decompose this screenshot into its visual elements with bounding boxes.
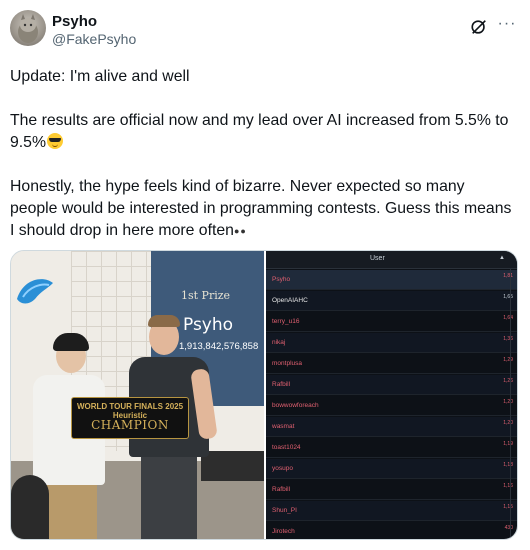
leaderboard-username: nikaj — [272, 339, 286, 346]
tweet-line-1: Update: I'm alive and well — [10, 68, 190, 85]
more-options-icon[interactable]: ··· — [496, 16, 518, 36]
tweet-body: Update: I'm alive and well The results a… — [10, 66, 515, 242]
leaderboard-score: 1,18 — [503, 462, 513, 468]
tweet-paragraph-2: The results are official now and my lead… — [10, 110, 515, 154]
leaderboard-username: Jirotech — [272, 528, 295, 535]
leaderboard-score: 1,29 — [503, 357, 513, 363]
screen-score: 1,913,842,576,858 — [179, 341, 259, 352]
champion-banner: WORLD TOUR FINALS 2025 Heuristic CHAMPIO… — [71, 397, 189, 439]
grok-icon[interactable] — [470, 18, 488, 36]
leaderboard-score: 1,20 — [503, 420, 513, 426]
tweet-media[interactable]: 1st Prize Psyho 1,913,842,576,858 WORLD … — [10, 250, 518, 540]
tweet-paragraph-3-text: Honestly, the hype feels kind of bizarre… — [10, 178, 512, 239]
leaderboard-username: Shun_PI — [272, 507, 297, 514]
leaderboard-row: Rafbill 1,16 — [266, 480, 517, 500]
leaderboard-score: 1,15 — [503, 504, 513, 510]
leaderboard-score: 1,65 — [503, 294, 513, 300]
leaderboard-row: Rafbill 1,26 — [266, 375, 517, 395]
author-name[interactable]: Psyho — [52, 13, 97, 30]
eyes-emoji-icon: ●● — [233, 226, 247, 236]
leaderboard-row: terry_u16 1,64 — [266, 312, 517, 332]
leaderboard-username: bowwowforeach — [272, 402, 319, 409]
leaderboard-username: OpenAIAHC — [272, 297, 308, 304]
leaderboard-row: nikaj 1,36 — [266, 333, 517, 353]
leaderboard-score: 1,20 — [503, 399, 513, 405]
leaderboard-username: Rafbill — [272, 486, 291, 493]
author-handle[interactable]: @FakePsyho — [52, 31, 136, 47]
leaderboard-user-column: User — [370, 255, 385, 262]
leaderboard-score: 1,26 — [503, 378, 513, 384]
leaderboard-username: montplusa — [272, 360, 302, 367]
photo-table — [201, 451, 264, 481]
leaderboard-row: montplusa 1,29 — [266, 354, 517, 374]
leaderboard-row: OpenAIAHC 1,65 — [266, 291, 517, 311]
leaderboard-username: Psyho — [272, 276, 291, 283]
leaderboard-divider — [510, 269, 511, 539]
leaderboard-row: Shun_PI 1,15 — [266, 501, 517, 521]
leaderboard-score: 1,81 — [503, 273, 513, 279]
sort-icon: ▲ — [499, 255, 505, 261]
leaderboard-row: yosupo 1,18 — [266, 459, 517, 479]
leaderboard-screenshot[interactable]: User ▲ Psyho 1,81 OpenAIAHC 1,65 terry_u16 1,… — [266, 251, 517, 539]
sunglasses-emoji-icon — [47, 133, 64, 149]
balloon-icon — [17, 279, 53, 304]
leaderboard-row: toast1024 1,19 — [266, 438, 517, 458]
leaderboard-row: wasmat 1,20 — [266, 417, 517, 437]
leaderboard-score: 1,16 — [503, 483, 513, 489]
tweet-paragraph-2-text: The results are official now and my lead… — [10, 112, 509, 151]
leaderboard-row: Jirotech 430 — [266, 522, 517, 539]
leaderboard-score: 430 — [504, 525, 513, 531]
leaderboard-username: toast1024 — [272, 444, 301, 451]
tweet-paragraph-3: Honestly, the hype feels kind of bizarre… — [10, 176, 515, 242]
screen-winner-name: Psyho — [183, 315, 234, 335]
tweet-header: Psyho @FakePsyho ··· — [10, 10, 520, 56]
avatar[interactable] — [10, 10, 46, 46]
banner-champion-text: CHAMPION — [91, 418, 169, 432]
screen-prize-label: 1st Prize — [181, 289, 231, 302]
leaderboard-row: bowwowforeach 1,20 — [266, 396, 517, 416]
leaderboard-score: 1,19 — [503, 441, 513, 447]
leaderboard-username: terry_u16 — [272, 318, 300, 325]
audience-head — [11, 475, 49, 539]
leaderboard-username: Rafbill — [272, 381, 291, 388]
leaderboard-score: 1,36 — [503, 336, 513, 342]
leaderboard-row: Psyho 1,81 — [266, 270, 517, 290]
leaderboard-header: User ▲ — [266, 251, 517, 269]
leaderboard-username: yosupo — [272, 465, 293, 472]
leaderboard-username: wasmat — [272, 423, 295, 430]
award-photo[interactable]: 1st Prize Psyho 1,913,842,576,858 WORLD … — [11, 251, 264, 539]
leaderboard-score: 1,64 — [503, 315, 513, 321]
avatar-photo-icon — [18, 14, 38, 43]
